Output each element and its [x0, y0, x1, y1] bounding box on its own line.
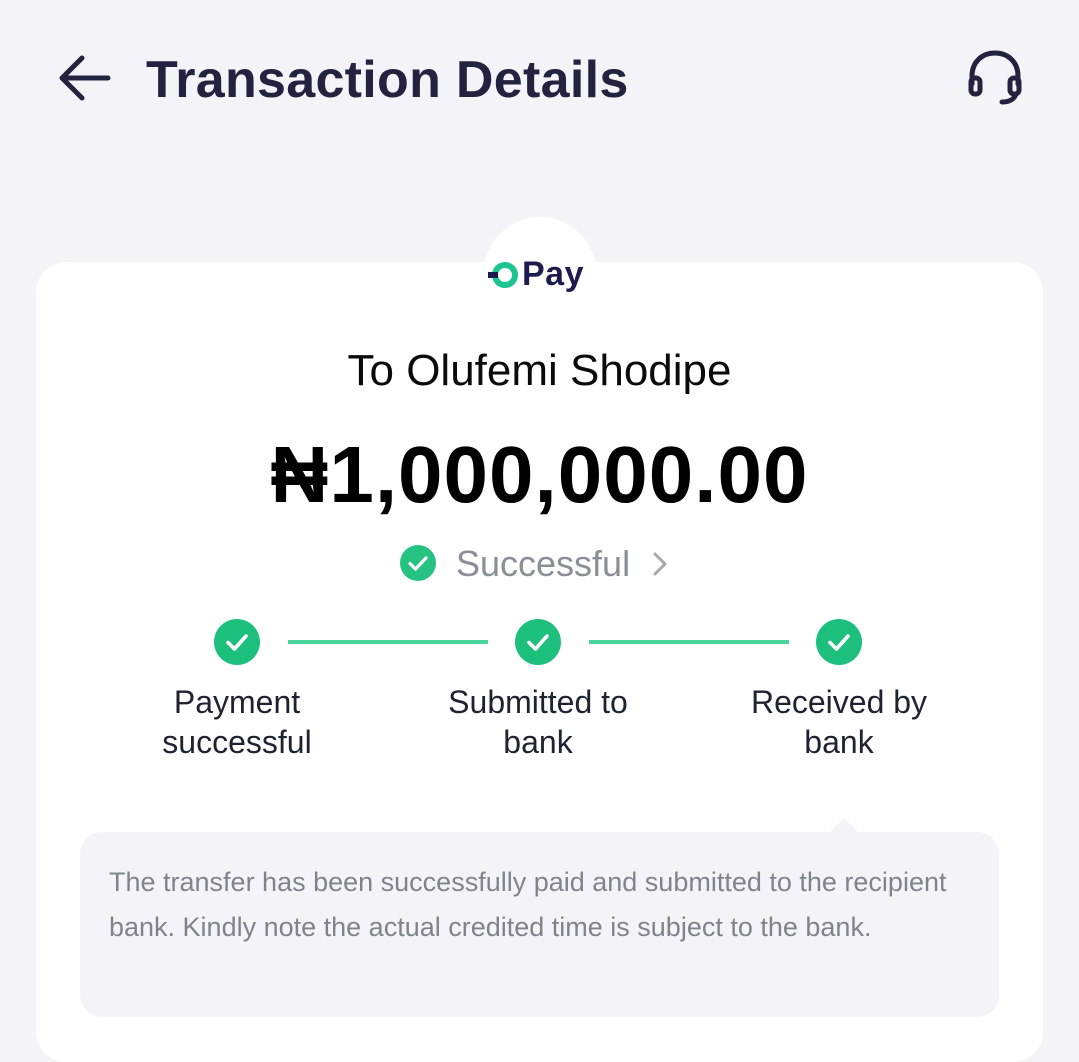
- step-1-label-line2: successful: [162, 724, 312, 760]
- step-2-label-line2: bank: [503, 724, 573, 760]
- check-circle-icon: [400, 545, 436, 581]
- step-2-label-line1: Submitted to: [448, 684, 628, 720]
- support-button[interactable]: [962, 46, 1028, 110]
- info-note: The transfer has been successfully paid …: [80, 832, 999, 1017]
- step-3-label: Received by bank: [719, 682, 959, 762]
- back-button[interactable]: [52, 50, 114, 106]
- step-1-label-line1: Payment: [173, 684, 301, 720]
- step-3-label-line1: Received by: [750, 684, 928, 720]
- info-note-text: The transfer has been successfully paid …: [109, 867, 947, 942]
- opay-logo-mark-icon: [488, 262, 518, 288]
- opay-logo: Pay: [488, 252, 592, 296]
- step-2-check-icon: [515, 619, 561, 665]
- chevron-right-icon: [653, 552, 667, 576]
- step-3-label-line2: bank: [804, 724, 874, 760]
- step-1-label: Payment successful: [117, 682, 357, 762]
- progress-line-1: [288, 640, 488, 644]
- transaction-amount: ₦1,000,000.00: [270, 430, 809, 519]
- app-header: Transaction Details: [0, 0, 1079, 160]
- progress-line-2: [589, 640, 789, 644]
- step-3-check-icon: [816, 619, 862, 665]
- status-label: Successful: [456, 543, 631, 584]
- page-title: Transaction Details: [146, 51, 629, 109]
- arrow-left-icon: [59, 55, 111, 101]
- logo-text: Pay: [522, 255, 584, 293]
- step-2-label: Submitted to bank: [418, 682, 658, 762]
- recipient-name: To Olufemi Shodipe: [347, 346, 732, 395]
- headset-icon: [968, 50, 1022, 105]
- step-1-check-icon: [214, 619, 260, 665]
